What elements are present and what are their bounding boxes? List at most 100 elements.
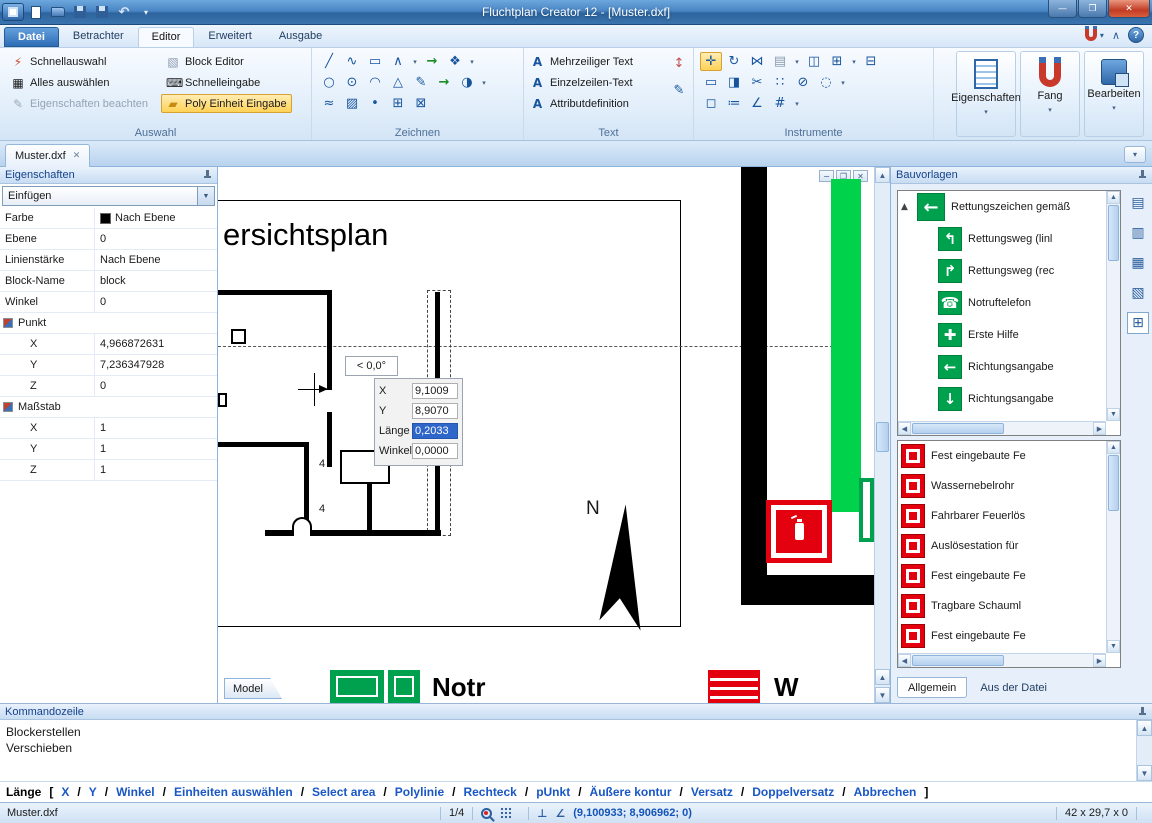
ellipse-tool-icon[interactable]: ⊙ bbox=[341, 73, 363, 92]
polyline-tool-icon[interactable]: ∿ bbox=[341, 52, 363, 71]
break-tool-icon[interactable]: ⊘ bbox=[792, 73, 814, 92]
tab-ausgabe[interactable]: Ausgabe bbox=[266, 27, 335, 47]
export-panel-icon[interactable]: ▥ bbox=[1127, 222, 1149, 244]
dropdown-icon[interactable]: ▾ bbox=[838, 73, 848, 92]
bearbeiten-button[interactable]: Bearbeiten ▾ bbox=[1084, 51, 1144, 137]
command-option[interactable]: Polylinie bbox=[383, 785, 444, 799]
poly-einheit-eingabe-button[interactable]: ▰ Poly Einheit Eingabe bbox=[161, 94, 292, 113]
command-scrollbar[interactable]: ▲ ▼ bbox=[1136, 720, 1152, 781]
move-tool-icon[interactable]: ✛ bbox=[700, 52, 722, 71]
save-icon[interactable] bbox=[70, 3, 90, 21]
scroll-left-icon[interactable]: ◀ bbox=[898, 654, 911, 667]
point-tool-icon[interactable]: • bbox=[364, 94, 386, 113]
scroll-down-icon[interactable]: ▼ bbox=[875, 687, 890, 703]
fillet-tool-icon[interactable]: ◌ bbox=[815, 73, 837, 92]
layers-panel-icon[interactable]: ▧ bbox=[1127, 282, 1149, 304]
circle-tool-icon[interactable]: ○ bbox=[318, 73, 340, 92]
property-row[interactable]: Linienstärke Nach Ebene bbox=[0, 250, 217, 271]
pattern-tool-icon[interactable]: ❖ bbox=[444, 52, 466, 71]
tab-erweitert[interactable]: Erweitert bbox=[195, 27, 264, 47]
dropdown-icon[interactable]: ▾ bbox=[467, 52, 477, 71]
template-item-root[interactable]: ▲ ← Rettungszeichen gemäß bbox=[898, 191, 1106, 223]
app-menu-button[interactable] bbox=[2, 3, 24, 21]
scrollbar-thumb[interactable] bbox=[912, 423, 1004, 434]
sketch-tool-icon[interactable]: ✎ bbox=[410, 73, 432, 92]
arc-tool-icon[interactable]: ◠ bbox=[364, 73, 386, 92]
einzelzeilen-text-button[interactable]: A Einzelzeilen-Text bbox=[530, 73, 687, 92]
template-item[interactable]: Fest eingebaute Fe bbox=[898, 561, 1106, 591]
canvas-vertical-scrollbar[interactable]: ▲ ▲ ▼ bbox=[874, 167, 890, 703]
explode-tool-icon[interactable]: ◻ bbox=[700, 94, 722, 113]
text-edit-icon[interactable]: ✎ bbox=[668, 81, 690, 100]
scrollbar-thumb[interactable] bbox=[876, 422, 889, 452]
qat-dropdown-icon[interactable]: ▾ bbox=[136, 3, 156, 21]
eigenschaften-panel-button[interactable]: Eigenschaften ▾ bbox=[951, 51, 1021, 137]
template-item[interactable]: Fahrbarer Feuerlös bbox=[898, 501, 1106, 531]
command-option[interactable]: Einheiten auswählen bbox=[163, 785, 293, 799]
scroll-down-icon[interactable]: ▼ bbox=[1137, 765, 1152, 781]
x-input[interactable]: 9,1009 bbox=[412, 383, 458, 399]
template-item[interactable]: ✚ Erste Hilfe bbox=[898, 319, 1106, 351]
dropdown-icon[interactable]: ▾ bbox=[792, 94, 802, 113]
rotate-tool-icon[interactable]: ↻ bbox=[723, 52, 745, 71]
command-option[interactable]: Y bbox=[77, 785, 97, 799]
undo-icon[interactable]: ↶ bbox=[114, 3, 134, 21]
list-vertical-scrollbar[interactable]: ▲ ▼ bbox=[1106, 191, 1120, 421]
list-horizontal-scrollbar[interactable]: ◀ ▶ bbox=[898, 421, 1106, 435]
open-file-icon[interactable] bbox=[48, 3, 68, 21]
template-item[interactable]: ↰ Rettungsweg (linl bbox=[898, 223, 1106, 255]
template-item[interactable]: ← Richtungsangabe bbox=[898, 351, 1106, 383]
tab-aus-der-datei[interactable]: Aus der Datei bbox=[969, 677, 1058, 698]
scroll-left-icon[interactable]: ◀ bbox=[898, 422, 911, 435]
close-document-icon[interactable]: ✕ bbox=[73, 151, 81, 161]
pin-icon[interactable] bbox=[1138, 706, 1147, 717]
scroll-up-icon[interactable]: ▲ bbox=[875, 669, 890, 685]
command-option[interactable]: Winkel bbox=[105, 785, 155, 799]
list-panel-icon[interactable]: ▦ bbox=[1127, 252, 1149, 274]
property-row[interactable]: Winkel 0 bbox=[0, 292, 217, 313]
measure-tool-icon[interactable]: ≔ bbox=[723, 94, 745, 113]
angle-snap-icon[interactable]: ∠ bbox=[555, 807, 565, 820]
block-create-icon[interactable]: ⊠ bbox=[410, 94, 432, 113]
scroll-up-icon[interactable]: ▲ bbox=[875, 167, 890, 183]
mirror-tool-icon[interactable]: ⋈ bbox=[746, 52, 768, 71]
polygon-tool-icon[interactable]: △ bbox=[387, 73, 409, 92]
halfcircle-tool-icon[interactable]: ◑ bbox=[456, 73, 478, 92]
angle-tool-icon[interactable]: ∠ bbox=[746, 94, 768, 113]
property-group-massstab[interactable]: Maßstab bbox=[0, 397, 217, 418]
close-button[interactable]: ✕ bbox=[1108, 0, 1150, 18]
command-option[interactable]: X bbox=[61, 785, 69, 799]
print-panel-icon[interactable]: ▤ bbox=[1127, 192, 1149, 214]
grid-tool-icon[interactable]: # bbox=[769, 94, 791, 113]
tab-allgemein[interactable]: Allgemein bbox=[897, 677, 968, 698]
property-row[interactable]: Z 0 bbox=[0, 376, 217, 397]
property-row[interactable]: Z 1 bbox=[0, 460, 217, 481]
scroll-right-icon[interactable]: ▶ bbox=[1093, 422, 1106, 435]
help-button[interactable]: ? bbox=[1128, 27, 1144, 43]
save-as-icon[interactable] bbox=[92, 3, 112, 21]
list-horizontal-scrollbar[interactable]: ◀ ▶ bbox=[898, 653, 1106, 667]
command-option[interactable]: Select area bbox=[301, 785, 375, 799]
arrow-tool-icon[interactable]: → bbox=[421, 52, 443, 71]
block-editor-button[interactable]: ▧ Block Editor bbox=[161, 52, 292, 71]
alles-auswaehlen-button[interactable]: ▦ Alles auswählen bbox=[6, 73, 153, 92]
model-tab[interactable]: Model bbox=[224, 678, 282, 699]
dropdown-icon[interactable]: ▾ bbox=[479, 73, 489, 92]
length-input[interactable]: 0,2033 bbox=[412, 423, 458, 439]
scrollbar-thumb[interactable] bbox=[912, 655, 1004, 666]
dropdown-icon[interactable]: ▾ bbox=[849, 52, 859, 71]
subtract-tool-icon[interactable]: ⊟ bbox=[860, 52, 882, 71]
scrollbar-thumb[interactable] bbox=[1108, 205, 1119, 261]
fang-button[interactable]: Fang ▾ bbox=[1020, 51, 1080, 137]
template-item[interactable]: ↱ Rettungsweg (rec bbox=[898, 255, 1106, 287]
angle-input[interactable]: 0,0000 bbox=[412, 443, 458, 459]
scroll-right-icon[interactable]: ▶ bbox=[1093, 654, 1106, 667]
property-row[interactable]: Y 1 bbox=[0, 439, 217, 460]
align-tool-icon[interactable]: ◨ bbox=[723, 73, 745, 92]
property-row[interactable]: Farbe Nach Ebene bbox=[0, 208, 217, 229]
property-row[interactable]: Ebene 0 bbox=[0, 229, 217, 250]
scroll-up-icon[interactable]: ▲ bbox=[1107, 191, 1120, 204]
expander-icon[interactable]: ▲ bbox=[901, 202, 911, 212]
command-option[interactable]: Doppelversatz bbox=[741, 785, 834, 799]
scroll-up-icon[interactable]: ▲ bbox=[1137, 720, 1152, 736]
